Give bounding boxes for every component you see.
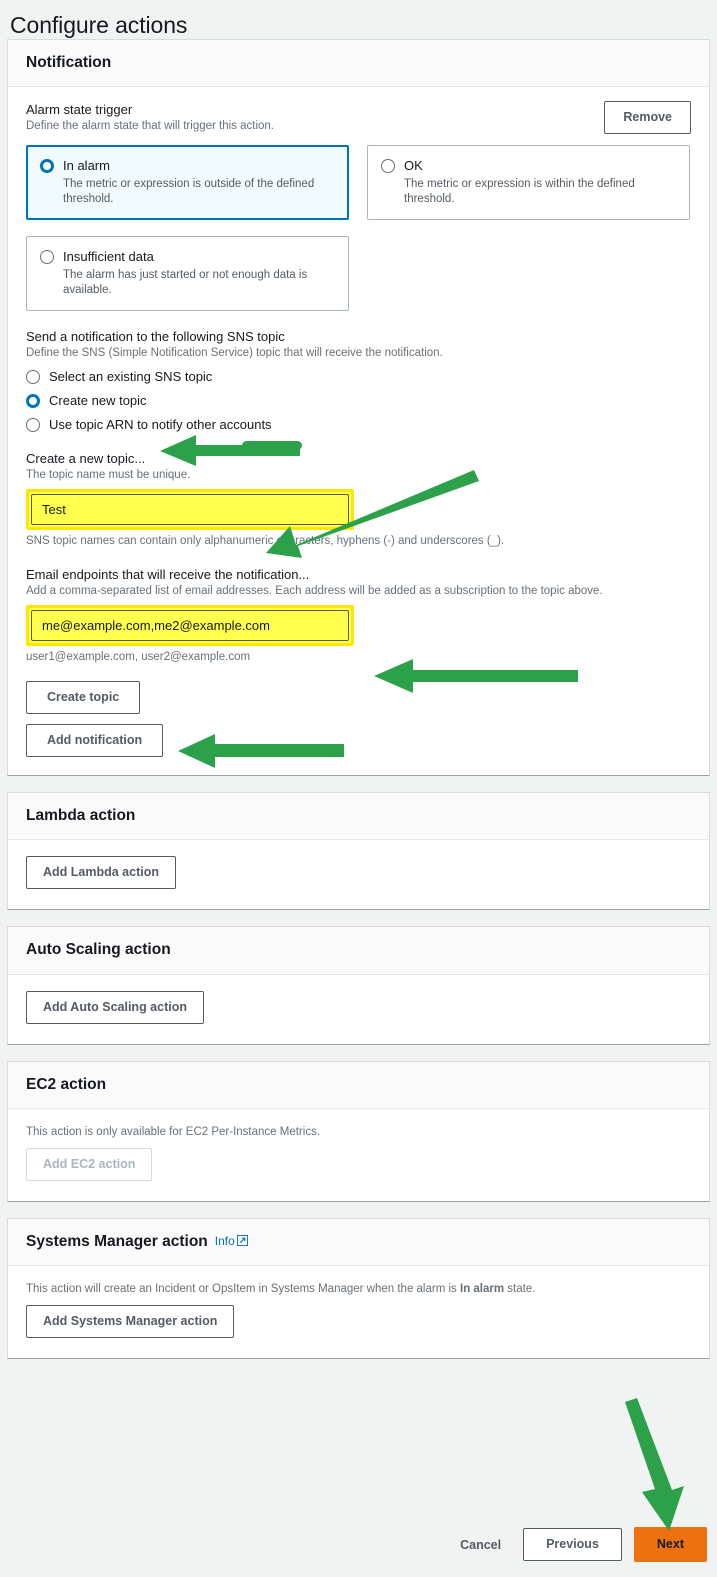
email-endpoints-label: Email endpoints that will receive the no… <box>26 567 310 583</box>
alarm-state-option-insufficient-data[interactable]: Insufficient data The alarm has just sta… <box>26 236 349 312</box>
radio-icon[interactable] <box>381 159 395 174</box>
email-endpoints-hint: user1@example.com, user2@example.com <box>26 651 251 664</box>
option-description: The alarm has just started or not enough… <box>63 269 308 297</box>
topic-name-description: The topic name must be unique. <box>26 469 191 482</box>
page-title: Configure actions <box>10 12 188 38</box>
ssm-info-label: Info <box>214 1234 235 1249</box>
external-link-icon <box>236 1235 248 1249</box>
sns-option-label: Select an existing SNS topic <box>49 369 213 385</box>
alarm-state-option-in-alarm[interactable]: In alarm The metric or expression is out… <box>26 145 349 221</box>
alarm-state-trigger-options: In alarm The metric or expression is out… <box>26 145 690 312</box>
option-title: OK <box>404 158 423 174</box>
previous-button[interactable]: Previous <box>523 1528 622 1561</box>
notification-card-header: Notification <box>8 40 709 88</box>
radio-icon[interactable] <box>40 159 54 174</box>
sns-option-create-new-topic[interactable]: Create new topic <box>26 392 691 409</box>
email-endpoints-input[interactable] <box>31 610 349 642</box>
email-endpoints-description: Add a comma-separated list of email addr… <box>26 585 603 598</box>
autoscaling-action-card: Auto Scaling action Add Auto Scaling act… <box>7 926 710 1045</box>
ec2-card-body: This action is only available for EC2 Pe… <box>8 1109 709 1201</box>
autoscaling-card-body: Add Auto Scaling action <box>8 975 709 1044</box>
topic-name-group: Create a new topic... The topic name mus… <box>26 451 691 549</box>
option-description: The metric or expression is outside of t… <box>63 178 315 206</box>
option-title: In alarm <box>63 158 110 174</box>
ec2-card-header: EC2 action <box>8 1061 709 1109</box>
lambda-card-body: Add Lambda action <box>8 840 709 909</box>
ec2-heading: EC2 action <box>26 1075 107 1093</box>
ssm-note-before: This action will create an Incident or O… <box>26 1283 460 1296</box>
ssm-info-link[interactable]: Info <box>215 1234 248 1249</box>
sns-option-label: Use topic ARN to notify other accounts <box>49 417 272 433</box>
radio-icon[interactable] <box>26 417 40 432</box>
notification-heading: Notification <box>26 54 112 71</box>
ssm-heading: Systems Manager action <box>26 1232 208 1250</box>
lambda-card-header: Lambda action <box>8 793 709 841</box>
option-title: Insufficient data <box>63 249 154 265</box>
sns-option-topic-arn[interactable]: Use topic ARN to notify other accounts <box>26 416 691 433</box>
topic-name-highlight <box>26 489 354 531</box>
add-ec2-action-button: Add EC2 action <box>26 1147 153 1181</box>
ssm-card-body: This action will create an Incident or O… <box>8 1266 709 1358</box>
sns-option-existing-topic[interactable]: Select an existing SNS topic <box>26 368 691 385</box>
notification-card: Notification Remove Alarm state trigger … <box>7 39 710 777</box>
sns-topic-group: Send a notification to the following SNS… <box>26 329 691 433</box>
topic-name-label: Create a new topic... <box>26 451 146 467</box>
create-topic-button[interactable]: Create topic <box>26 681 141 715</box>
email-endpoints-highlight <box>26 605 354 647</box>
alarm-state-trigger-description: Define the alarm state that will trigger… <box>26 120 275 133</box>
next-button[interactable]: Next <box>633 1527 707 1562</box>
lambda-action-card: Lambda action Add Lambda action <box>7 792 710 911</box>
radio-icon[interactable] <box>40 250 54 265</box>
option-description: The metric or expression is within the d… <box>404 178 635 206</box>
ssm-note-bold: In alarm <box>460 1283 505 1296</box>
radio-icon[interactable] <box>26 393 40 408</box>
radio-icon[interactable] <box>26 369 40 384</box>
notification-card-body: Remove Alarm state trigger Define the al… <box>8 87 709 775</box>
add-lambda-action-button[interactable]: Add Lambda action <box>26 856 176 890</box>
ec2-action-card: EC2 action This action is only available… <box>7 1060 710 1202</box>
topic-name-input[interactable] <box>31 494 349 526</box>
autoscaling-card-header: Auto Scaling action <box>8 927 709 975</box>
lambda-heading: Lambda action <box>26 807 136 825</box>
add-ssm-action-button[interactable]: Add Systems Manager action <box>26 1305 235 1339</box>
autoscaling-heading: Auto Scaling action <box>26 941 171 959</box>
remove-button[interactable]: Remove <box>604 101 691 135</box>
email-endpoints-group: Email endpoints that will receive the no… <box>26 567 691 665</box>
sns-option-label: Create new topic <box>49 393 147 409</box>
wizard-footer: Cancel Previous Next <box>450 1527 707 1562</box>
topic-name-hint: SNS topic names can contain only alphanu… <box>26 535 505 548</box>
arrow-next-button <box>625 1398 684 1531</box>
alarm-state-trigger-label: Alarm state trigger <box>26 102 133 118</box>
cancel-button[interactable]: Cancel <box>450 1531 511 1559</box>
add-notification-button[interactable]: Add notification <box>26 724 164 758</box>
ssm-note-after: state. <box>504 1283 536 1296</box>
systems-manager-action-card: Systems Manager action Info This action w… <box>7 1217 710 1360</box>
ssm-note: This action will create an Incident or O… <box>26 1282 691 1297</box>
sns-topic-description: Define the SNS (Simple Notification Serv… <box>26 347 443 360</box>
ec2-note: This action is only available for EC2 Pe… <box>26 1125 321 1138</box>
sns-topic-label: Send a notification to the following SNS… <box>26 329 285 345</box>
alarm-state-option-ok[interactable]: OK The metric or expression is within th… <box>367 145 690 221</box>
ssm-card-header: Systems Manager action Info <box>8 1218 709 1267</box>
add-autoscaling-action-button[interactable]: Add Auto Scaling action <box>26 990 204 1024</box>
